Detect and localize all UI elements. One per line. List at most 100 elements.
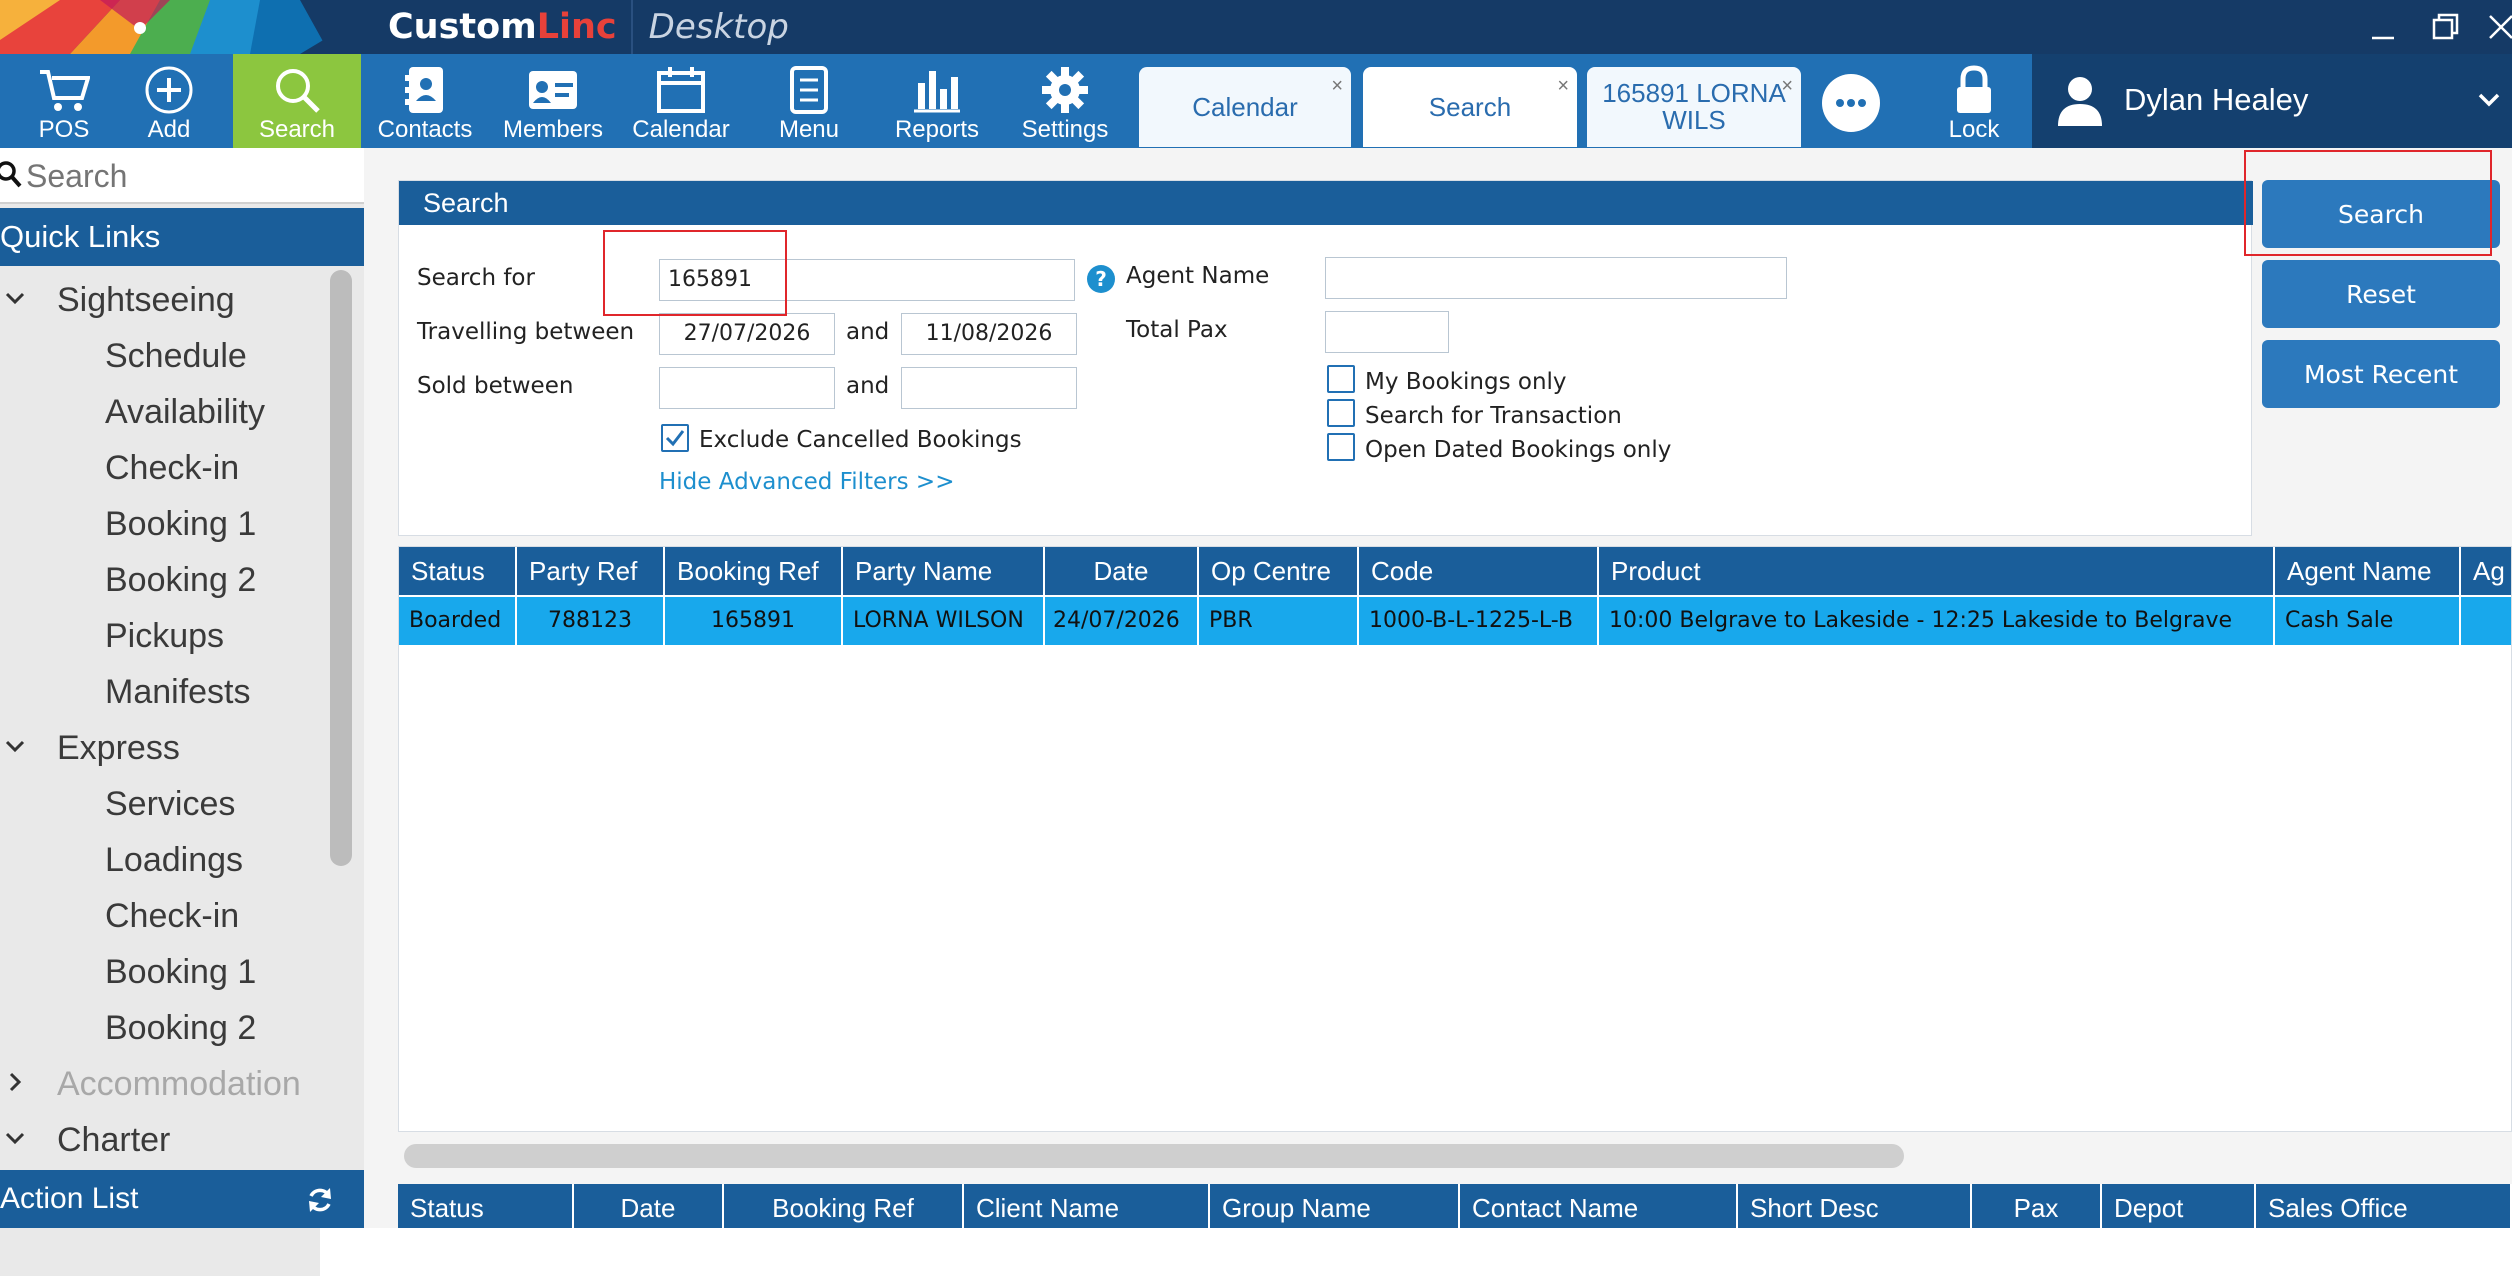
toolbar-members-button[interactable]: Members <box>489 54 617 148</box>
quick-links-tree: Sightseeing Schedule Availability Check-… <box>0 266 320 1276</box>
tree-item-schedule[interactable]: Schedule <box>105 328 247 384</box>
tree-item-availability[interactable]: Availability <box>105 384 265 440</box>
tree-item-check-in[interactable]: Check-in <box>105 888 239 944</box>
plus-circle-icon <box>105 64 233 116</box>
toolbar-calendar-button[interactable]: Calendar <box>617 54 745 148</box>
column-header-date[interactable]: Date <box>574 1184 724 1228</box>
calendar-icon <box>617 64 745 116</box>
exclude-cancelled-checkbox[interactable] <box>661 424 689 452</box>
tree-item-booking-2[interactable]: Booking 2 <box>105 1000 256 1056</box>
column-header-product[interactable]: Product <box>1599 547 2275 595</box>
tree-item-pickups[interactable]: Pickups <box>105 608 224 664</box>
sidebar-search-input[interactable] <box>26 154 356 198</box>
tree-group-label: Accommodation <box>57 1065 301 1103</box>
search-transaction-checkbox[interactable] <box>1327 399 1355 427</box>
column-header-booking-ref[interactable]: Booking Ref <box>724 1184 964 1228</box>
results-grid: Status Party Ref Booking Ref Party Name … <box>398 546 2512 1132</box>
hide-advanced-filters-link[interactable]: Hide Advanced Filters >> <box>659 469 954 495</box>
column-header-client-name[interactable]: Client Name <box>964 1184 1210 1228</box>
tree-item-loadings[interactable]: Loadings <box>105 832 243 888</box>
results-horizontal-scrollbar[interactable] <box>404 1144 1904 1168</box>
toolbar-settings-button[interactable]: Settings <box>1001 54 1129 148</box>
column-header-party-name[interactable]: Party Name <box>843 547 1045 595</box>
tree-group-label: Express <box>57 729 180 767</box>
quick-links-title: Quick Links <box>0 219 161 254</box>
member-card-icon <box>489 64 617 116</box>
close-icon[interactable]: × <box>1557 73 1569 100</box>
column-header-booking-ref[interactable]: Booking Ref <box>665 547 843 595</box>
tree-item-services[interactable]: Services <box>105 776 235 832</box>
cell-date: 24/07/2026 <box>1045 597 1199 645</box>
column-header-status[interactable]: Status <box>399 547 517 595</box>
column-header-contact-name[interactable]: Contact Name <box>1460 1184 1738 1228</box>
column-header-sales-office[interactable]: Sales Office <box>2256 1184 2512 1228</box>
restore-icon[interactable] <box>2428 10 2462 44</box>
sidebar-scrollbar[interactable] <box>330 270 352 866</box>
more-tabs-button[interactable] <box>1822 74 1880 132</box>
tree-item-booking-2[interactable]: Booking 2 <box>105 552 256 608</box>
column-header-group-name[interactable]: Group Name <box>1210 1184 1460 1228</box>
toolbar-label: Reports <box>894 116 980 143</box>
toolbar-menu-button[interactable]: Menu <box>745 54 873 148</box>
tab-calendar[interactable]: Calendar × <box>1139 67 1351 147</box>
tree-item-check-in[interactable]: Check-in <box>105 440 239 496</box>
most-recent-button[interactable]: Most Recent <box>2262 340 2500 408</box>
tab-search[interactable]: Search × <box>1363 67 1577 147</box>
total-pax-label: Total Pax <box>1126 317 1228 343</box>
tree-item-manifests[interactable]: Manifests <box>105 664 251 720</box>
toolbar-reports-button[interactable]: Reports <box>873 54 1001 148</box>
column-header-party-ref[interactable]: Party Ref <box>517 547 665 595</box>
main-content: Search Search for 165891 ? Travelling be… <box>364 148 2512 1228</box>
left-panel: Quick Links Sightseeing Schedule Availab… <box>0 148 364 1276</box>
toolbar-contacts-button[interactable]: Contacts <box>361 54 489 148</box>
close-icon[interactable]: × <box>1331 73 1343 100</box>
column-header-agent-name[interactable]: Agent Name <box>2275 547 2461 595</box>
reset-button[interactable]: Reset <box>2262 260 2500 328</box>
column-header-op-centre[interactable]: Op Centre <box>1199 547 1359 595</box>
app-brand: Custom Linc Desktop <box>388 0 789 54</box>
action-list-header[interactable]: Action List <box>0 1170 364 1228</box>
tree-item-label: Schedule <box>105 337 247 375</box>
column-header-status[interactable]: Status <box>398 1184 574 1228</box>
help-icon[interactable]: ? <box>1087 265 1115 293</box>
cell-op-centre: PBR <box>1199 597 1359 645</box>
tree-item-booking-1[interactable]: Booking 1 <box>105 496 256 552</box>
column-header-ag[interactable]: Ag <box>2461 547 2511 595</box>
action-list-grid: Status Date Booking Ref Client Name Grou… <box>398 1184 2512 1228</box>
quick-links-header[interactable]: Quick Links <box>0 208 364 266</box>
open-dated-checkbox[interactable] <box>1327 433 1355 461</box>
tree-item-label: Booking 1 <box>105 505 257 543</box>
tab-booking-165891[interactable]: 165891 LORNA WILS × <box>1587 67 1801 147</box>
close-icon[interactable]: × <box>1781 73 1793 100</box>
my-bookings-label: My Bookings only <box>1365 369 1567 395</box>
tree-item-booking-1[interactable]: Booking 1 <box>105 944 256 1000</box>
travel-from-input[interactable]: 27/07/2026 <box>659 313 835 355</box>
cell-status: Boarded <box>399 597 517 645</box>
toolbar-add-button[interactable]: Add <box>105 54 233 148</box>
search-icon <box>0 161 22 188</box>
sold-to-input[interactable] <box>901 367 1077 409</box>
total-pax-input[interactable] <box>1325 311 1449 353</box>
agent-name-input[interactable] <box>1325 257 1787 299</box>
tree-item-label: Booking 1 <box>105 953 257 991</box>
tree-group-label: Sightseeing <box>57 281 235 319</box>
my-bookings-checkbox[interactable] <box>1327 365 1355 393</box>
user-menu[interactable]: Dylan Healey <box>2032 54 2512 148</box>
cell-booking-ref: 165891 <box>665 597 843 645</box>
cell-agent-name: Cash Sale <box>2275 597 2461 645</box>
column-header-code[interactable]: Code <box>1359 547 1599 595</box>
travel-to-input[interactable]: 11/08/2026 <box>901 313 1077 355</box>
toolbar-search-button[interactable]: Search <box>233 54 361 148</box>
column-header-date[interactable]: Date <box>1045 547 1199 595</box>
column-header-short-desc[interactable]: Short Desc <box>1738 1184 1972 1228</box>
cell-product: 10:00 Belgrave to Lakeside - 12:25 Lakes… <box>1599 597 2275 645</box>
toolbar-lock-button[interactable]: Lock <box>1910 54 2038 148</box>
sold-from-input[interactable] <box>659 367 835 409</box>
close-window-icon[interactable] <box>2484 10 2512 44</box>
column-header-depot[interactable]: Depot <box>2102 1184 2256 1228</box>
tab-label: Calendar <box>1192 91 1298 122</box>
refresh-icon[interactable] <box>306 1186 334 1214</box>
column-header-pax[interactable]: Pax <box>1972 1184 2102 1228</box>
minimize-icon[interactable] <box>2366 10 2400 44</box>
search-for-label: Search for <box>417 265 535 291</box>
